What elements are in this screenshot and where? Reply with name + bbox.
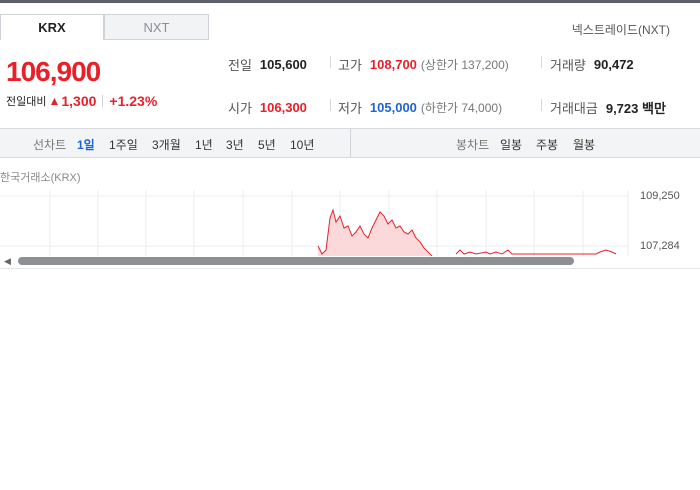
tab-krx[interactable]: KRX [0, 14, 104, 40]
change-divider [102, 95, 104, 107]
intraday-chart: 109,250 107,284 [0, 190, 700, 256]
change-percent: +1.23% [109, 93, 158, 109]
stat-prev-close: 전일 105,600 [228, 55, 307, 74]
period-3y[interactable]: 3년 [226, 136, 244, 153]
period-1w[interactable]: 1주일 [109, 136, 138, 153]
stat-label: 거래량 [550, 58, 586, 73]
stat-label: 시가 [228, 101, 252, 116]
nextrade-link[interactable]: 넥스트레이드(NXT) [572, 21, 670, 38]
y-tick-mid: 107,284 [640, 240, 680, 252]
period-3m[interactable]: 3개월 [152, 136, 181, 153]
stat-divider [330, 56, 331, 68]
price-change: 전일대비 ▲ 1,300 +1.23% [6, 93, 157, 109]
stat-value: 105,000 [369, 100, 417, 115]
chart-source: 한국거래소(KRX) [0, 172, 81, 184]
stat-label: 전일 [228, 58, 252, 73]
stat-divider [541, 56, 542, 68]
current-price: 106,900 [6, 56, 101, 87]
chart-grid [0, 190, 629, 256]
change-label: 전일대비 [6, 96, 47, 108]
stat-label: 저가 [338, 101, 362, 116]
stat-low: 저가 105,000 (하한가 74,000) [338, 98, 502, 117]
stat-label: 고가 [338, 58, 362, 73]
candle-monthly[interactable]: 월봉 [573, 136, 595, 153]
stat-value: 108,700 [369, 57, 417, 72]
top-border [0, 0, 700, 3]
tab-nxt[interactable]: NXT [104, 14, 209, 40]
stat-high: 고가 108,700 (상한가 137,200) [338, 55, 509, 74]
horizontal-scrollbar-thumb[interactable] [18, 257, 574, 265]
stat-label: 거래대금 [550, 101, 598, 116]
stat-value: 105,600 [259, 57, 307, 72]
period-1d[interactable]: 1일 [77, 136, 95, 153]
candle-chart-label: 봉차트 [456, 138, 490, 152]
stat-value: 106,300 [259, 100, 307, 115]
chart-svg [0, 190, 629, 256]
y-tick-high: 109,250 [640, 190, 680, 202]
bottom-divider [0, 268, 700, 269]
period-5y[interactable]: 5년 [258, 136, 276, 153]
stat-value: 9,723 백만 [605, 101, 666, 116]
stat-turnover: 거래대금 9,723 백만 [550, 98, 666, 117]
period-1y[interactable]: 1년 [195, 136, 213, 153]
stat-open: 시가 106,300 [228, 98, 307, 117]
stat-lower-limit: (하한가 74,000) [420, 101, 503, 115]
period-10y[interactable]: 10년 [290, 136, 314, 153]
candle-weekly[interactable]: 주봉 [536, 136, 558, 153]
stat-upper-limit: (상한가 137,200) [420, 58, 509, 72]
stat-volume: 거래량 90,472 [550, 55, 634, 74]
stat-divider [330, 99, 331, 111]
up-arrow-icon: ▲ [48, 94, 61, 108]
stat-value: 90,472 [593, 57, 634, 72]
scroll-left-arrow-icon[interactable]: ◀ [4, 256, 11, 267]
stat-divider [541, 99, 542, 111]
line-chart-label: 선차트 [33, 138, 67, 152]
toolbar-divider [350, 129, 351, 157]
chart-toolbar: 선차트 1일 1주일 3개월 1년 3년 5년 10년 봉차트 일봉 주봉 월봉 [0, 128, 700, 158]
price-line-tail [455, 249, 617, 255]
candle-daily[interactable]: 일봉 [500, 136, 522, 153]
change-value: 1,300 [61, 93, 97, 109]
market-tabs: KRX NXT [0, 14, 209, 40]
